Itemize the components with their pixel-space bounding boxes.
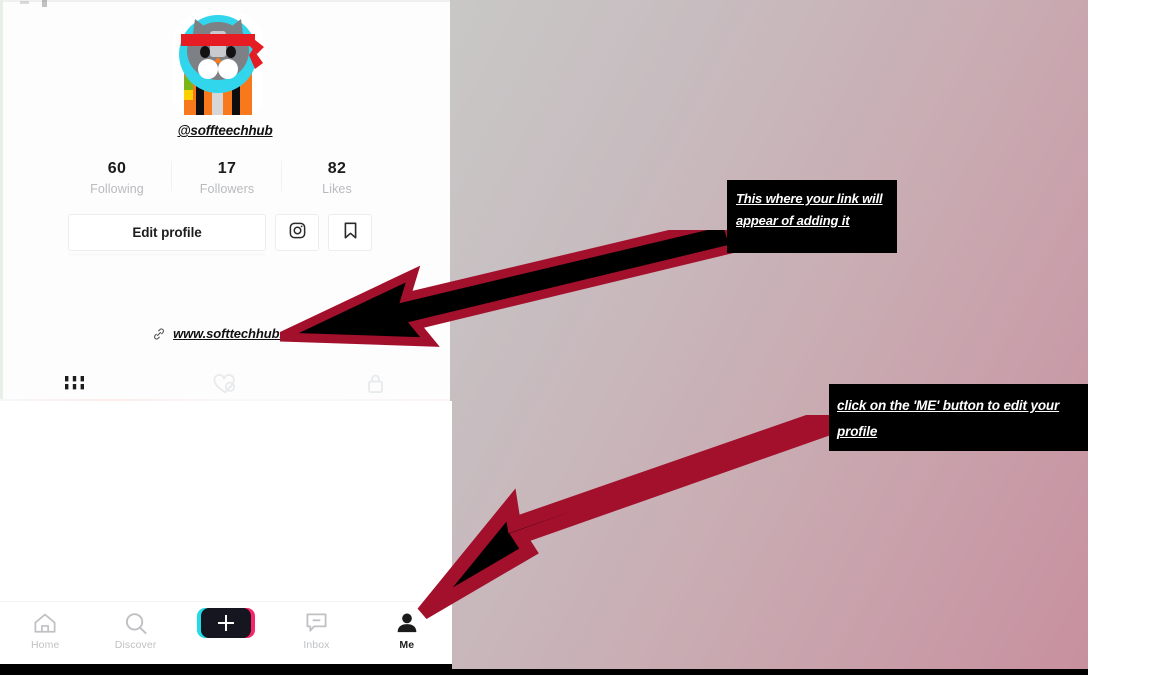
content-empty-area — [0, 401, 452, 597]
nav-label: Home — [30, 639, 60, 651]
nav-item-inbox[interactable]: Inbox — [271, 602, 361, 651]
annotation-callout-me-button: click on the 'ME' button to edit your pr… — [829, 384, 1088, 451]
lock-private-icon — [366, 373, 385, 399]
annotation-callout-link: This where your link will appear of addi… — [727, 180, 897, 253]
bookmark-icon — [342, 221, 359, 245]
nav-bottom-black-bar — [0, 664, 452, 675]
bottom-navigation-bar: Home Discover Inbox Me — [0, 601, 452, 664]
instagram-link-button[interactable] — [275, 214, 319, 251]
stat-count: 60 — [107, 160, 127, 177]
home-icon — [33, 611, 57, 635]
nav-label: Me — [399, 639, 415, 651]
stat-count: 82 — [327, 160, 347, 177]
instagram-camera-icon — [288, 221, 307, 245]
bio-link-text[interactable]: www.softtechhub.us — [173, 326, 298, 341]
nav-item-create[interactable] — [181, 602, 271, 639]
search-icon — [124, 611, 148, 635]
stat-followers[interactable]: 17 Followers — [172, 158, 282, 198]
panel-top-hairline — [0, 0, 450, 2]
profile-actions-row: Edit profile — [68, 214, 372, 251]
profile-stats-row: 60 Following 17 Followers 82 Likes — [62, 158, 392, 198]
profile-username: @soffteechhub — [177, 123, 273, 138]
edit-profile-button[interactable]: Edit profile — [68, 214, 266, 251]
profile-tabs — [0, 371, 450, 401]
nav-item-discover[interactable]: Discover — [90, 602, 180, 651]
avatar[interactable] — [165, 7, 271, 120]
heart-slash-liked-icon — [212, 373, 238, 400]
create-plus-icon — [197, 608, 256, 638]
nav-item-home[interactable]: Home — [0, 602, 90, 651]
stat-following[interactable]: 60 Following — [62, 158, 172, 198]
actions-row-shadow — [68, 253, 266, 256]
nav-item-me[interactable]: Me — [362, 602, 452, 651]
grid-posts-icon — [64, 375, 86, 397]
nav-label: Discover — [114, 639, 157, 651]
stat-count: 17 — [217, 160, 237, 177]
phone-screenshot-upper-panel: @soffteechhub 60 Following 17 Followers … — [0, 0, 450, 401]
bookmark-button[interactable] — [328, 214, 372, 251]
profile-tab-private[interactable] — [300, 371, 450, 401]
cropped-status-bar-artifact — [20, 0, 60, 7]
stat-label: Likes — [322, 181, 352, 196]
stat-likes[interactable]: 82 Likes — [282, 158, 392, 198]
profile-tab-posts[interactable] — [0, 371, 150, 401]
message-icon — [305, 611, 328, 635]
stat-label: Followers — [199, 181, 255, 196]
person-icon — [396, 611, 418, 635]
link-chain-icon — [152, 327, 166, 341]
stat-label: Following — [90, 181, 144, 196]
bio-link-row[interactable]: www.softtechhub.us — [0, 326, 450, 341]
nav-label: Inbox — [303, 639, 330, 651]
profile-tab-liked[interactable] — [150, 371, 300, 401]
